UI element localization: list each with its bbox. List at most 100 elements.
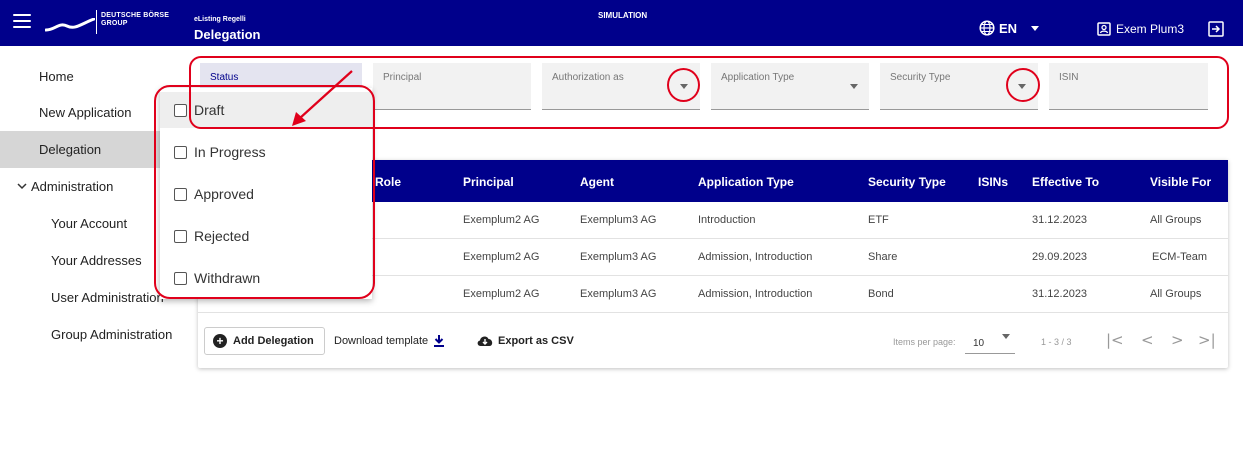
export-csv-link[interactable]: Export as CSV [476,334,574,347]
logo-line-1: DEUTSCHE BÖRSE [101,12,170,19]
status-option-approved[interactable]: Approved [174,186,254,202]
menu-icon[interactable] [13,14,31,28]
download-template-label: Download template [334,334,429,347]
sidebar-item-label: New Application [39,105,132,120]
logo-text: DEUTSCHE BÖRSE GROUP [101,12,169,28]
column-header-principal[interactable]: Principal [463,175,514,189]
security-type-filter[interactable]: Security Type [880,63,1038,110]
checkbox[interactable] [174,271,187,285]
app-subtitle: eListing Regelli [194,16,246,23]
checkbox[interactable] [174,145,187,159]
cell-principal: Exemplum2 AG [463,214,540,226]
cell-security-type: Share [868,251,898,263]
logout-icon[interactable] [1208,21,1224,37]
sidebar-item-label: Your Account [51,216,128,231]
logo-line-2: GROUP [101,20,128,27]
items-per-page-select[interactable]: 10 [965,328,1015,354]
option-label: Rejected [194,228,250,244]
column-header-application-type[interactable]: Application Type [698,175,794,189]
plus-circle-icon: + [213,334,227,348]
cell-application-type: Introduction [698,214,756,226]
export-csv-label: Export as CSV [498,334,574,347]
items-per-page-label: Items per page: [893,337,956,347]
sidebar-item-label: User Administration [51,290,164,305]
checkbox[interactable] [174,229,187,243]
cell-visible-for: All Groups [1150,288,1202,300]
cell-effective-to: 31.12.2023 [1032,214,1088,226]
deutsche-boerse-logo-icon [45,18,95,32]
filter-label: Status [210,72,239,83]
table-footer: + Add Delegation Download template Expor… [198,315,1228,368]
cell-application-type: Admission, Introduction [698,288,813,300]
cell-effective-to: 31.12.2023 [1032,288,1088,300]
sidebar-item-label: Group Administration [51,327,173,342]
column-header-role[interactable]: Role [375,175,401,189]
cloud-download-icon [477,336,493,346]
checkbox[interactable] [174,187,187,201]
column-header-visible-for[interactable]: Visible For [1150,175,1211,189]
status-option-draft[interactable]: Draft [174,102,224,118]
previous-page-icon[interactable]: < [1141,331,1154,349]
chevron-down-icon [1031,25,1040,31]
status-option-in-progress[interactable]: In Progress [174,144,266,160]
sidebar-item-label: Administration [31,179,114,194]
last-page-icon[interactable]: >| [1198,331,1216,349]
pagination-range: 1 - 3 / 3 [1041,337,1072,347]
language-selector[interactable]: EN [979,20,1040,36]
column-header-agent[interactable]: Agent [580,175,614,189]
chevron-down-icon [17,183,27,190]
status-option-withdrawn[interactable]: Withdrawn [174,270,260,286]
sidebar-item-label: Home [39,69,74,84]
filter-label: Application Type [721,72,795,83]
option-label: Draft [194,102,225,118]
option-label: Withdrawn [194,270,261,286]
add-delegation-button[interactable]: + Add Delegation [204,327,325,355]
logo-divider [96,10,97,34]
cell-agent: Exemplum3 AG [580,251,657,263]
cell-agent: Exemplum3 AG [580,214,657,226]
checkbox[interactable] [174,103,187,117]
add-delegation-label: Add Delegation [233,335,314,347]
principal-filter[interactable]: Principal [373,63,531,110]
filter-label: ISIN [1059,72,1079,83]
first-page-icon[interactable]: |< [1106,331,1124,349]
user-name: Exem Plum3 [1116,22,1185,36]
user-menu[interactable]: Exem Plum3 [1097,22,1184,36]
cell-effective-to: 29.09.2023 [1032,251,1088,263]
sidebar-item-label: Delegation [39,142,102,157]
application-type-filter[interactable]: Application Type [711,63,869,110]
environment-label: SIMULATION [598,11,648,20]
user-badge-icon [1097,22,1111,36]
sidebar-item-group-administration[interactable]: Group Administration [0,316,190,353]
option-label: Approved [194,186,254,202]
chevron-down-icon [1002,334,1010,339]
globe-icon [979,20,995,36]
chevron-down-icon[interactable] [1018,84,1026,89]
column-header-security-type[interactable]: Security Type [868,175,946,189]
cell-visible-for: ECM-Team [1152,251,1208,263]
column-header-isins[interactable]: ISINs [978,175,1008,189]
isin-filter[interactable]: ISIN [1049,63,1208,110]
download-template-link[interactable]: Download template [334,334,445,347]
cell-application-type: Admission, Introduction [698,251,813,263]
filter-label: Principal [383,72,422,83]
authorization-as-filter[interactable]: Authorization as [542,63,700,110]
sidebar-item-label: Your Addresses [51,253,142,268]
page-title: Delegation [194,27,261,42]
filter-label: Security Type [890,72,951,83]
chevron-down-icon[interactable] [850,84,858,89]
status-option-rejected[interactable]: Rejected [174,228,249,244]
filter-label: Authorization as [552,72,624,83]
cell-principal: Exemplum2 AG [463,288,540,300]
cell-security-type: ETF [868,214,889,226]
column-header-effective-to[interactable]: Effective To [1032,175,1099,189]
cell-agent: Exemplum3 AG [580,288,657,300]
items-per-page-value: 10 [973,338,985,349]
language-label: EN [999,20,1018,36]
chevron-down-icon[interactable] [680,84,688,89]
next-page-icon[interactable]: > [1171,331,1184,349]
download-icon [434,335,445,347]
cell-principal: Exemplum2 AG [463,251,540,263]
status-dropdown-panel: Draft In Progress Approved Rejected With… [160,88,372,299]
top-app-bar: DEUTSCHE BÖRSE GROUP eListing Regelli De… [0,0,1243,46]
